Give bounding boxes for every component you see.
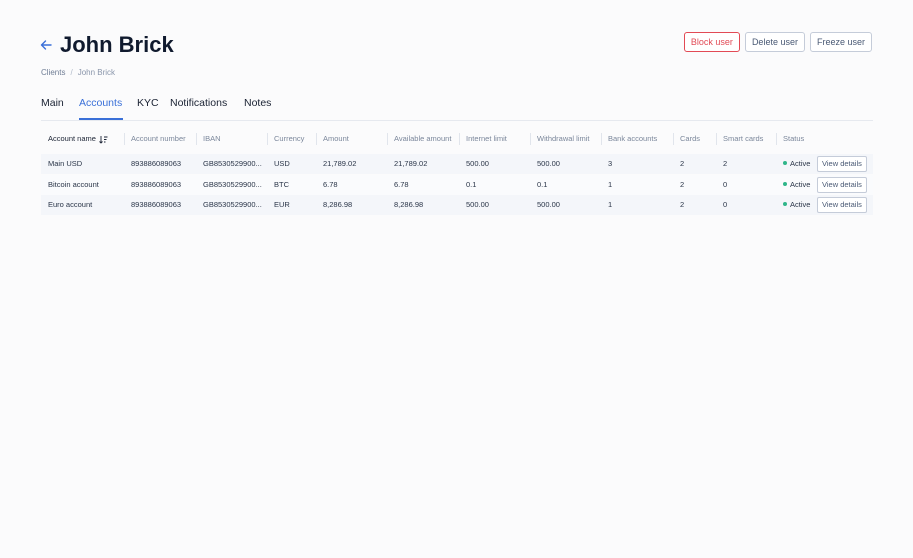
- back-arrow-icon[interactable]: [40, 38, 52, 52]
- cell-currency: EUR: [274, 200, 290, 210]
- cell-status: Active: [783, 154, 810, 174]
- view-details-button[interactable]: View details: [817, 197, 867, 214]
- table-row: Bitcoin account 893886089063 GB853052990…: [41, 174, 873, 195]
- cell-cards: 2: [680, 200, 685, 210]
- status-label: Active: [790, 200, 811, 210]
- cell-available-amount: 8,286.98: [394, 200, 424, 210]
- cell-account-name: Euro account: [48, 200, 93, 210]
- cell-cards: 2: [680, 179, 685, 189]
- status-dot-icon: [783, 181, 787, 186]
- freeze-user-button[interactable]: Freeze user: [809, 32, 872, 52]
- tab-accounts[interactable]: Accounts: [79, 96, 122, 110]
- cell-account-name: Main USD: [48, 159, 83, 168]
- active-tab-indicator: [79, 118, 123, 120]
- cell-available-amount: 21,789.02: [394, 159, 428, 168]
- cell-amount: 6.78: [323, 179, 338, 189]
- breadcrumb-separator: /: [70, 68, 73, 77]
- cell-internet-limit: 500.00: [466, 159, 489, 168]
- cell-smart-cards: 0: [723, 179, 728, 189]
- user-actions: Block user Delete user Freeze user: [683, 32, 872, 52]
- view-details-button[interactable]: View details: [817, 176, 867, 193]
- status-label: Active: [790, 159, 811, 168]
- delete-user-button[interactable]: Delete user: [744, 32, 805, 52]
- block-user-button[interactable]: Block user: [683, 32, 740, 52]
- breadcrumb: Clients / John Brick: [41, 68, 115, 77]
- cell-bank-accounts: 1: [608, 179, 613, 189]
- cell-status: Active: [783, 195, 810, 215]
- status-dot-icon: [783, 161, 787, 166]
- cell-iban: GB8530529900...: [203, 179, 262, 189]
- page-header: John Brick Block user Delete user Freeze…: [40, 30, 872, 64]
- tab-notes[interactable]: Notes: [244, 96, 271, 110]
- status-dot-icon: [783, 202, 787, 207]
- cell-account-number: 893886089063: [131, 179, 182, 189]
- cell-amount: 8,286.98: [323, 200, 353, 210]
- col-bank-accounts: Bank accounts: [601, 130, 657, 148]
- cell-iban: GB8530529900...: [203, 200, 262, 210]
- col-cards: Cards: [673, 130, 700, 148]
- cell-available-amount: 6.78: [394, 179, 409, 189]
- breadcrumb-current: John Brick: [77, 68, 116, 77]
- cell-account-name: Bitcoin account: [48, 179, 99, 189]
- page-title: John Brick: [60, 32, 174, 57]
- cell-status: Active: [783, 175, 810, 195]
- col-smart-cards: Smart cards: [716, 130, 763, 148]
- cell-internet-limit: 500.00: [466, 200, 489, 210]
- cell-amount: 21,789.02: [323, 159, 357, 168]
- cell-bank-accounts: 1: [608, 200, 613, 210]
- cell-currency: USD: [274, 159, 290, 168]
- status-label: Active: [790, 179, 811, 189]
- cell-internet-limit: 0.1: [466, 179, 477, 189]
- col-withdrawal-limit: Withdrawal limit: [530, 130, 590, 148]
- table-row: Main USD 893886089063 GB8530529900... US…: [41, 154, 873, 174]
- table-header: Account name Account number IBAN Currenc…: [41, 130, 873, 148]
- table-body: Main USD 893886089063 GB8530529900... US…: [41, 154, 873, 216]
- col-currency: Currency: [267, 130, 304, 148]
- col-account-number: Account number: [124, 130, 186, 148]
- tab-main[interactable]: Main: [41, 96, 64, 110]
- cell-withdrawal-limit: 500.00: [537, 200, 560, 210]
- col-internet-limit: Internet limit: [459, 130, 507, 148]
- col-status: Status: [776, 130, 804, 148]
- cell-currency: BTC: [274, 179, 289, 189]
- col-amount: Amount: [316, 130, 349, 148]
- accounts-table: Account name Account number IBAN Currenc…: [41, 130, 873, 216]
- sort-icon[interactable]: [99, 135, 108, 144]
- cell-withdrawal-limit: 500.00: [537, 159, 560, 168]
- cell-account-number: 893886089063: [131, 159, 182, 168]
- col-account-name[interactable]: Account name: [48, 130, 108, 148]
- col-available-amount: Available amount: [387, 130, 451, 148]
- cell-iban: GB8530529900...: [203, 159, 262, 168]
- cell-smart-cards: 0: [723, 200, 728, 210]
- table-row: Euro account 893886089063 GB8530529900..…: [41, 195, 873, 216]
- cell-bank-accounts: 3: [608, 159, 613, 168]
- tab-notifications[interactable]: Notifications: [170, 96, 227, 110]
- cell-withdrawal-limit: 0.1: [537, 179, 548, 189]
- view-details-button[interactable]: View details: [817, 156, 867, 172]
- tab-bar: Main Accounts KYC Notifications Notes: [41, 96, 873, 121]
- cell-account-number: 893886089063: [131, 200, 182, 210]
- cell-smart-cards: 2: [723, 159, 728, 168]
- breadcrumb-clients[interactable]: Clients: [41, 68, 65, 77]
- cell-cards: 2: [680, 159, 685, 168]
- col-account-name-label: Account name: [48, 134, 96, 143]
- tab-kyc[interactable]: KYC: [137, 96, 159, 110]
- col-iban: IBAN: [196, 130, 221, 148]
